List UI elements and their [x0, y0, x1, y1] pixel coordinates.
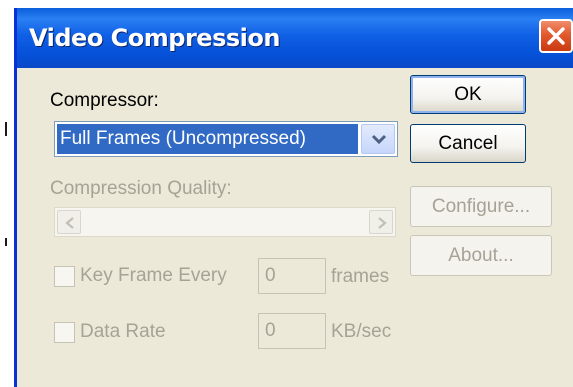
key-frame-input[interactable]: 0 — [258, 258, 326, 294]
compressor-selected-value[interactable]: Full Frames (Uncompressed) — [57, 124, 358, 154]
compressor-label: Compressor: — [50, 90, 159, 111]
ok-button[interactable]: OK — [410, 75, 526, 114]
key-frame-checkbox[interactable] — [54, 266, 75, 287]
compression-quality-label: Compression Quality: — [50, 178, 232, 199]
compression-quality-scrollbar[interactable] — [54, 207, 396, 237]
configure-button[interactable]: Configure... — [410, 186, 552, 227]
chevron-left-icon — [65, 217, 74, 229]
key-frame-unit: frames — [331, 266, 390, 287]
screenshot-frame: Video Compression Compressor: Full Frame… — [0, 0, 573, 387]
close-button[interactable] — [539, 19, 573, 53]
about-button[interactable]: About... — [410, 235, 552, 276]
video-compression-dialog: Video Compression Compressor: Full Frame… — [14, 8, 573, 387]
title-bar[interactable]: Video Compression — [17, 8, 573, 68]
compressor-dropdown-button[interactable] — [361, 124, 395, 154]
chevron-down-icon — [371, 134, 387, 145]
key-frame-label: Key Frame Every — [80, 265, 227, 286]
data-rate-unit: KB/sec — [331, 321, 392, 342]
cancel-button[interactable]: Cancel — [410, 124, 526, 163]
compressor-select[interactable]: Full Frames (Uncompressed) — [54, 121, 398, 157]
data-rate-input[interactable]: 0 — [258, 313, 326, 349]
data-rate-label: Data Rate — [80, 321, 166, 342]
scroll-right-button[interactable] — [369, 210, 393, 234]
scroll-left-button[interactable] — [57, 210, 81, 234]
chevron-right-icon — [378, 217, 387, 229]
data-rate-checkbox[interactable] — [54, 322, 75, 343]
edge-mark — [5, 122, 7, 136]
close-icon — [547, 27, 565, 45]
window-title: Video Compression — [29, 24, 280, 52]
edge-mark — [5, 238, 7, 246]
